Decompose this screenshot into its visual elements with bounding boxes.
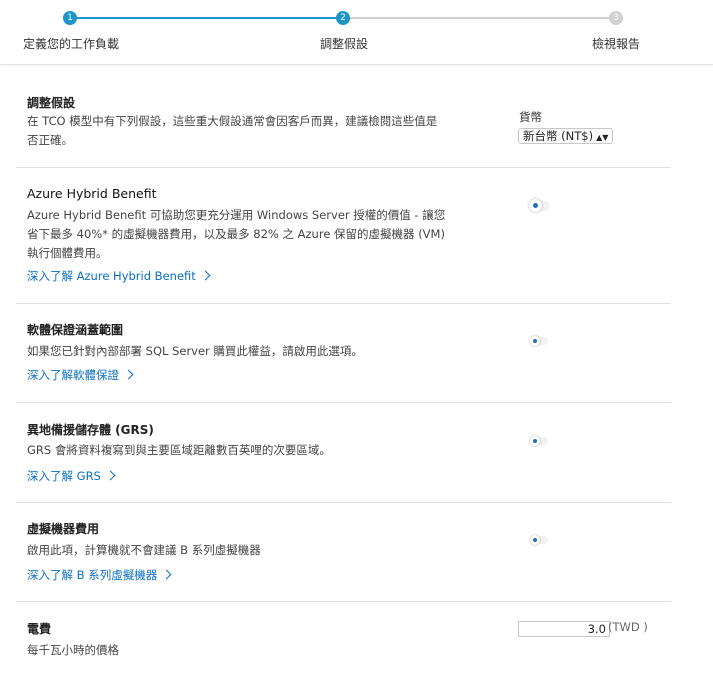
grs-section: 異地備援儲存體 (GRS) GRS 會將資料複寫到與主要區域距離數百英哩的次要區… bbox=[16, 402, 671, 503]
step-1-dot[interactable]: 1 bbox=[63, 11, 77, 25]
step-3-label[interactable]: 檢視報告 bbox=[592, 35, 640, 52]
toggle-knob bbox=[530, 535, 540, 545]
vm-cost-toggle[interactable] bbox=[530, 535, 548, 545]
electricity-section: 電費 每千瓦小時的價格 3.0 (TWD ) bbox=[16, 601, 671, 674]
step-2-dot[interactable]: 2 bbox=[336, 11, 350, 25]
vm-cost-section: 虛擬機器費用 啟用此項，計算機就不會建議 B 系列虛擬機器 深入了解 B 系列虛… bbox=[16, 502, 671, 602]
chevron-right-icon bbox=[200, 270, 211, 281]
step-1-label[interactable]: 定義您的工作負載 bbox=[23, 35, 119, 52]
electricity-title: 電費 bbox=[27, 622, 52, 636]
software-assurance-description: 如果您已針對內部部署 SQL Server 購買此權益，請啟用此選項。 bbox=[27, 344, 363, 358]
currency-select-value: 新台幣 (NT$) bbox=[523, 129, 594, 143]
stepper-line-pending bbox=[344, 17, 616, 19]
vm-cost-description: 啟用此項，計算機就不會建議 B 系列虛擬機器 bbox=[27, 543, 261, 557]
toggle-knob bbox=[530, 336, 540, 346]
grs-title: 異地備援儲存體 (GRS) bbox=[27, 423, 154, 437]
assumptions-intro-section: 調整假設 在 TCO 模型中有下列假設，這些重大假設通常會因客戶而異，建議檢閱這… bbox=[16, 78, 671, 168]
electricity-unit: (TWD ) bbox=[608, 620, 648, 634]
select-arrows-icon: ▲▼ bbox=[596, 133, 609, 142]
step-2-label[interactable]: 調整假設 bbox=[320, 35, 368, 52]
toggle-knob bbox=[530, 436, 540, 446]
electricity-description: 每千瓦小時的價格 bbox=[27, 643, 119, 657]
chevron-right-icon bbox=[123, 369, 134, 380]
grs-description: GRS 會將資料複寫到與主要區域距離數百英哩的次要區域。 bbox=[27, 443, 331, 457]
page-title: 調整假設 bbox=[27, 96, 76, 110]
hybrid-benefit-learn-more-link[interactable]: 深入了解 Azure Hybrid Benefit bbox=[27, 268, 211, 284]
software-assurance-section: 軟體保證涵蓋範圍 如果您已針對內部部署 SQL Server 購買此權益，請啟用… bbox=[16, 303, 671, 403]
chevron-right-icon bbox=[105, 470, 116, 481]
electricity-price-input[interactable]: 3.0 bbox=[518, 621, 610, 637]
vm-cost-title: 虛擬機器費用 bbox=[27, 522, 100, 536]
progress-stepper: 1 2 3 定義您的工作負載 調整假設 檢視報告 bbox=[0, 0, 713, 65]
step-3-dot[interactable]: 3 bbox=[609, 11, 623, 25]
grs-learn-more-link[interactable]: 深入了解 GRS bbox=[27, 468, 116, 484]
currency-label: 貨幣 bbox=[519, 110, 542, 124]
software-assurance-toggle[interactable] bbox=[530, 336, 548, 346]
hybrid-benefit-title: Azure Hybrid Benefit bbox=[27, 186, 157, 201]
vm-cost-learn-more-link[interactable]: 深入了解 B 系列虛擬機器 bbox=[27, 567, 172, 583]
hybrid-benefit-description: Azure Hybrid Benefit 可協助您更充分運用 Windows S… bbox=[27, 208, 446, 260]
software-assurance-learn-more-link[interactable]: 深入了解軟體保證 bbox=[27, 367, 134, 383]
stepper-line-completed bbox=[70, 17, 344, 19]
software-assurance-title: 軟體保證涵蓋範圍 bbox=[27, 323, 124, 337]
currency-select[interactable]: 新台幣 (NT$) ▲▼ bbox=[518, 128, 614, 144]
hybrid-benefit-toggle[interactable] bbox=[529, 199, 550, 212]
grs-toggle[interactable] bbox=[530, 436, 548, 446]
chevron-right-icon bbox=[161, 569, 172, 580]
hybrid-benefit-section: Azure Hybrid Benefit Azure Hybrid Benefi… bbox=[16, 167, 671, 304]
assumptions-description: 在 TCO 模型中有下列假設，這些重大假設通常會因客戶而異，建議檢閱這些值是否正… bbox=[27, 114, 438, 147]
toggle-knob bbox=[529, 199, 542, 212]
